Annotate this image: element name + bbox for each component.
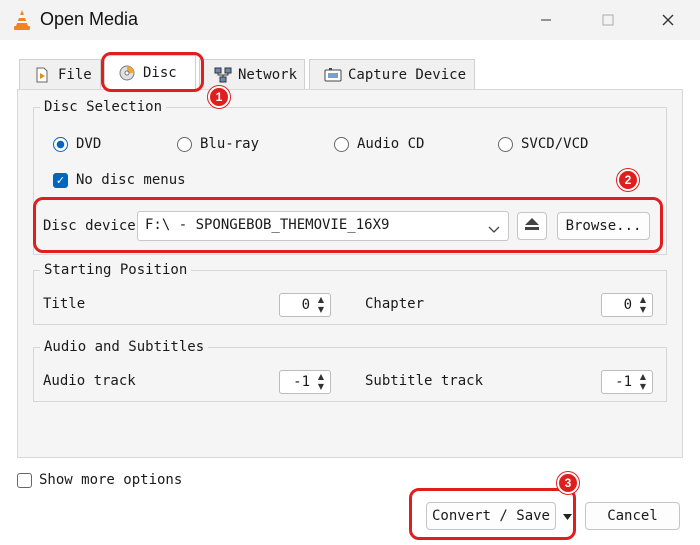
radio-audio-cd[interactable] bbox=[334, 137, 349, 152]
starting-position-group bbox=[33, 270, 667, 325]
tab-capture-device[interactable]: Capture Device bbox=[309, 59, 475, 89]
spin-arrows-icon[interactable]: ▲ ▼ bbox=[635, 295, 651, 315]
annotation-highlight-convert-save bbox=[409, 488, 576, 540]
show-more-options-checkbox[interactable] bbox=[17, 473, 32, 488]
chapter-spinbox[interactable]: 0 ▲ ▼ bbox=[601, 293, 653, 317]
spin-arrows-icon[interactable]: ▲ ▼ bbox=[313, 295, 329, 315]
title-spinbox[interactable]: 0 ▲ ▼ bbox=[279, 293, 331, 317]
audio-track-label: Audio track bbox=[43, 373, 136, 389]
window-title: Open Media bbox=[40, 9, 139, 29]
maximize-icon[interactable] bbox=[596, 8, 620, 32]
radio-svcd-vcd-label: SVCD/VCD bbox=[521, 136, 589, 152]
file-icon bbox=[34, 67, 50, 83]
cancel-button[interactable]: Cancel bbox=[585, 502, 680, 530]
minimize-icon[interactable] bbox=[534, 8, 558, 32]
spin-arrows-icon[interactable]: ▲ ▼ bbox=[635, 372, 651, 392]
radio-blu-ray-label: Blu-ray bbox=[200, 136, 260, 152]
title-value: 0 bbox=[301, 297, 310, 313]
radio-blu-ray[interactable] bbox=[177, 137, 192, 152]
title-label: Title bbox=[43, 296, 86, 312]
tab-file-label: File bbox=[58, 66, 92, 83]
radio-audio-cd-label: Audio CD bbox=[357, 136, 425, 152]
annotation-highlight-disc-device bbox=[33, 197, 663, 253]
tab-file[interactable]: File bbox=[19, 59, 101, 89]
subtitle-track-spinbox[interactable]: -1 ▲ ▼ bbox=[601, 370, 653, 394]
radio-dvd-label: DVD bbox=[76, 136, 102, 152]
show-more-options-label: Show more options bbox=[39, 472, 183, 488]
network-icon bbox=[214, 67, 232, 83]
radio-dvd[interactable] bbox=[53, 137, 68, 152]
annotation-badge-3: 3 bbox=[557, 472, 579, 494]
chapter-label: Chapter bbox=[365, 296, 425, 312]
audio-subtitles-title: Audio and Subtitles bbox=[40, 339, 209, 355]
subtitle-track-label: Subtitle track bbox=[365, 373, 484, 389]
annotation-badge-2: 2 bbox=[617, 169, 639, 191]
audio-track-spinbox[interactable]: -1 ▲ ▼ bbox=[279, 370, 331, 394]
tab-capture-device-label: Capture Device bbox=[348, 66, 467, 83]
tab-network-label: Network bbox=[238, 66, 298, 83]
annotation-badge-1: 1 bbox=[208, 86, 230, 108]
radio-svcd-vcd[interactable] bbox=[498, 137, 513, 152]
no-disc-menus-label: No disc menus bbox=[76, 172, 186, 188]
chapter-value: 0 bbox=[623, 297, 632, 313]
spin-arrows-icon[interactable]: ▲ ▼ bbox=[313, 372, 329, 392]
no-disc-menus-checkbox[interactable]: ✓ bbox=[53, 173, 68, 188]
disc-selection-title: Disc Selection bbox=[40, 99, 167, 115]
audio-track-value: -1 bbox=[293, 374, 310, 390]
tab-network[interactable]: Network bbox=[199, 59, 305, 89]
capture-device-icon bbox=[324, 67, 342, 83]
annotation-highlight-disc-tab bbox=[101, 52, 204, 92]
subtitle-track-value: -1 bbox=[615, 374, 632, 390]
starting-position-title: Starting Position bbox=[40, 262, 192, 278]
vlc-cone-icon bbox=[12, 9, 32, 31]
close-icon[interactable] bbox=[656, 8, 680, 32]
